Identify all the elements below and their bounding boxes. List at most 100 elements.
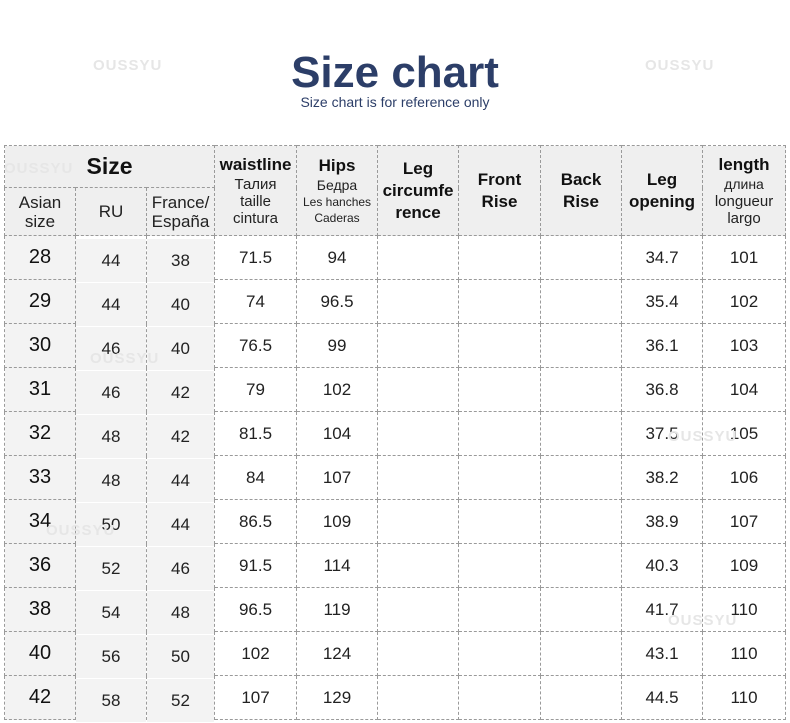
cell-ru: 48 [75,414,147,459]
ru-label: RU [98,201,124,221]
cell-waist: 74 [214,279,298,324]
cell-fr: 46 [145,546,216,591]
espana-label: España [151,211,210,231]
cell-waist: 91.5 [214,543,298,588]
cell-length: 101 [702,235,787,280]
cell-waist: 102 [214,631,298,676]
cell-length: 103 [702,323,787,368]
table-row: 29 44 40 74 96.5 35.4 102 [4,279,787,327]
cell-hips: 96.5 [296,279,379,324]
cell-ru: 56 [75,634,147,679]
cell-fr: 38 [145,238,216,283]
back-rise-header: Back Rise [540,145,623,236]
cell-length: 109 [702,543,787,588]
cell-back-rise [540,543,623,588]
cell-leg-opening: 36.8 [621,367,704,412]
cell-leg-circ [377,499,460,544]
cell-back-rise [540,499,623,544]
cell-hips: 129 [296,675,379,720]
cell-leg-circ [377,631,460,676]
cell-waist: 84 [214,455,298,500]
length-sub: largo [727,210,761,227]
cell-waist: 86.5 [214,499,298,544]
page-title: Size chart [291,48,499,97]
cell-front-rise [458,675,542,720]
table-row: 42 58 52 107 129 44.5 110 [4,675,787,723]
cell-asian: 34 [4,499,76,544]
cell-front-rise [458,499,542,544]
cell-length: 110 [702,631,787,676]
table-row: 28 44 38 71.5 94 34.7 101 [4,235,787,283]
length-sub: длина [724,176,764,192]
cell-leg-opening: 38.2 [621,455,704,500]
cell-length: 110 [702,675,787,720]
cell-asian: 31 [4,367,76,412]
hips-sub: Les hanches [302,195,372,209]
length-header: length длина longueur largo [702,145,787,236]
waistline-sub: Талия [234,176,277,193]
table-row: 30 46 40 76.5 99 36.1 103 [4,323,787,371]
cell-front-rise [458,235,542,280]
table-row: 34 50 44 86.5 109 38.9 107 [4,499,787,547]
cell-front-rise [458,587,542,632]
cell-leg-opening: 36.1 [621,323,704,368]
waistline-sub: taille [240,193,271,210]
cell-ru: 50 [75,502,147,547]
table-row: 38 54 48 96.5 119 41.7 110 [4,587,787,635]
front-rise-label: Rise [481,191,518,211]
cell-fr: 48 [145,590,216,635]
leg-opening-label: Leg [646,169,678,189]
ru-header: RU [75,187,147,236]
back-rise-label: Rise [563,191,599,211]
cell-hips: 99 [296,323,379,368]
cell-leg-circ [377,235,460,280]
cell-asian: 38 [4,587,76,632]
size-chart-table: Size waistline Талия taille cintura Hips… [3,145,787,723]
cell-asian: 36 [4,543,76,588]
cell-fr: 44 [145,502,216,547]
cell-leg-circ [377,411,460,456]
cell-length: 104 [702,367,787,412]
length-sub: longueur [714,193,774,210]
cell-leg-circ [377,279,460,324]
cell-length: 107 [702,499,787,544]
cell-asian: 42 [4,675,76,720]
cell-waist: 81.5 [214,411,298,456]
table-row: 36 52 46 91.5 114 40.3 109 [4,543,787,591]
cell-leg-opening: 43.1 [621,631,704,676]
cell-front-rise [458,455,542,500]
cell-back-rise [540,587,623,632]
cell-back-rise [540,367,623,412]
cell-leg-circ [377,323,460,368]
cell-waist: 71.5 [214,235,298,280]
cell-ru: 44 [75,282,147,327]
cell-length: 105 [702,411,787,456]
leg-circ-label: circumfe [382,180,454,200]
cell-waist: 96.5 [214,587,298,632]
cell-leg-opening: 35.4 [621,279,704,324]
cell-leg-circ [377,367,460,412]
hips-sub: Caderas [314,211,360,225]
cell-front-rise [458,631,542,676]
cell-ru: 52 [75,546,147,591]
cell-front-rise [458,367,542,412]
front-rise-header: Front Rise [458,145,542,236]
cell-back-rise [540,455,623,500]
cell-back-rise [540,675,623,720]
cell-leg-circ [377,587,460,632]
cell-hips: 119 [296,587,379,632]
leg-circ-label: Leg [402,158,434,178]
size-group-header: Size [3,145,216,188]
table-row: 31 46 42 79 102 36.8 104 [4,367,787,415]
waistline-header: waistline Талия taille cintura [214,145,298,236]
cell-ru: 46 [75,326,147,371]
cell-leg-opening: 40.3 [621,543,704,588]
cell-hips: 104 [296,411,379,456]
cell-asian: 29 [4,279,76,324]
size-group-label: Size [86,153,133,179]
leg-circ-label: rence [395,202,441,222]
back-rise-label: Back [560,169,602,189]
cell-asian: 28 [4,235,76,280]
cell-hips: 94 [296,235,379,280]
cell-length: 110 [702,587,787,632]
